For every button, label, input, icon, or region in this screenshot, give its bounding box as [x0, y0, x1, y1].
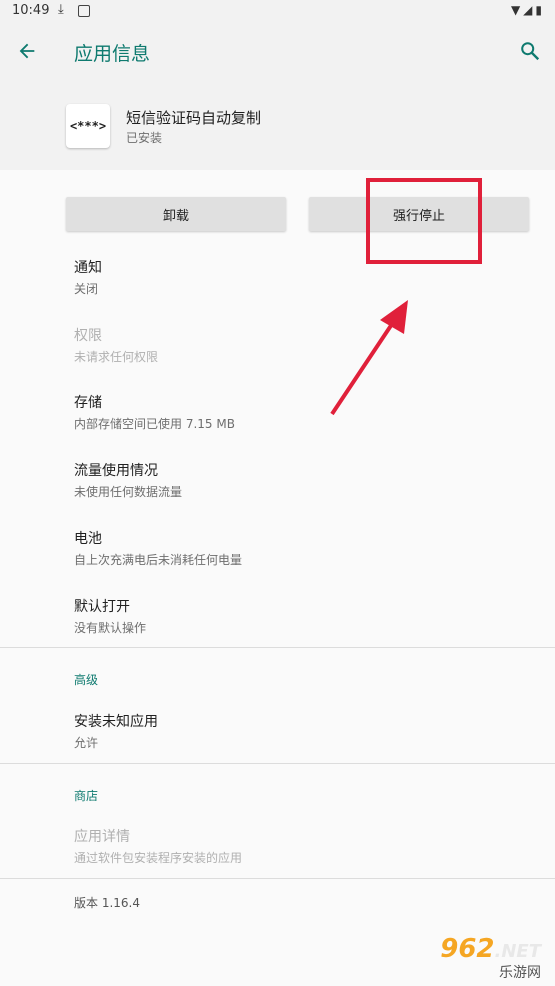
divider: [0, 763, 555, 764]
watermark-logo: 962.NET 乐游网: [411, 934, 547, 981]
item-title: 流量使用情况: [74, 463, 158, 479]
uninstall-button[interactable]: 卸载: [66, 197, 286, 231]
item-title: 默认打开: [74, 599, 130, 615]
item-title: 电池: [74, 531, 102, 547]
item-subtitle: 没有默认操作: [74, 621, 147, 635]
store-section-header: 商店: [74, 789, 99, 803]
item-subtitle: 内部存储空间已使用 7.15 MB: [74, 417, 235, 431]
app-details-item: 应用详情 通过软件包安装程序安装的应用: [74, 826, 242, 866]
item-subtitle: 允许: [74, 736, 99, 750]
highlight-box-annotation: [366, 178, 482, 264]
item-title: 应用详情: [74, 829, 130, 845]
notifications-item[interactable]: 通知 关闭: [74, 257, 102, 297]
app-header: <***> 短信验证码自动复制 已安装: [0, 80, 555, 170]
battery-item[interactable]: 电池 自上次充满电后未消耗任何电量: [74, 528, 242, 568]
item-subtitle: 自上次充满电后未消耗任何电量: [74, 553, 243, 567]
install-unknown-apps-item[interactable]: 安装未知应用 允许: [74, 711, 158, 751]
watermark-net: .NET: [494, 941, 541, 962]
data-usage-item[interactable]: 流量使用情况 未使用任何数据流量: [74, 460, 182, 500]
divider: [0, 878, 555, 879]
item-subtitle: 关闭: [74, 282, 99, 296]
watermark-subtitle: 乐游网: [499, 965, 541, 981]
download-icon: ⤓: [58, 2, 64, 17]
item-title: 权限: [74, 328, 102, 344]
item-subtitle: 通过软件包安装程序安装的应用: [74, 851, 243, 865]
item-title: 存储: [74, 395, 102, 411]
storage-item[interactable]: 存储 内部存储空间已使用 7.15 MB: [74, 392, 235, 432]
open-by-default-item[interactable]: 默认打开 没有默认操作: [74, 596, 146, 636]
item-subtitle: 未请求任何权限: [74, 350, 159, 364]
search-icon[interactable]: [519, 40, 541, 62]
version-text: 版本 1.16.4: [74, 896, 140, 910]
app-bar: 应用信息: [0, 22, 555, 80]
page-title: 应用信息: [74, 43, 151, 65]
status-time: 10:49: [12, 3, 50, 18]
item-title: 安装未知应用: [74, 714, 158, 730]
permissions-item: 权限 未请求任何权限: [74, 325, 158, 365]
watermark-number: 962: [440, 934, 495, 964]
item-subtitle: 未使用任何数据流量: [74, 485, 183, 499]
red-arrow-annotation: [330, 300, 408, 416]
app-name: 短信验证码自动复制: [126, 109, 262, 127]
app-install-status: 已安装: [126, 131, 163, 145]
item-title: 通知: [74, 260, 102, 276]
back-arrow-icon[interactable]: [16, 40, 38, 62]
status-bar: 10:49 ⤓ ▼◢▮: [0, 0, 555, 22]
advanced-section-header: 高级: [74, 673, 99, 687]
notification-a-icon: [78, 5, 90, 17]
app-icon: <***>: [66, 104, 110, 148]
divider: [0, 647, 555, 648]
signal-battery-icons: ▼◢▮: [510, 3, 545, 17]
